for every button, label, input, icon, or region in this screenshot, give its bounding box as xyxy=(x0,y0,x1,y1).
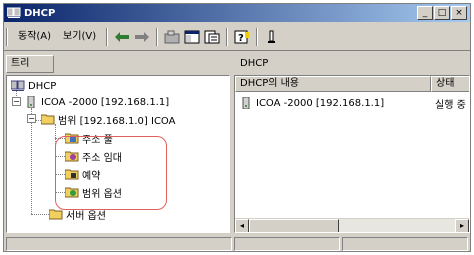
collapse-toggle-scope[interactable]: − xyxy=(27,114,36,123)
collapse-toggle-server[interactable]: − xyxy=(12,97,21,106)
svg-text:?: ? xyxy=(238,33,244,44)
scroll-left-arrow-icon[interactable]: ◂ xyxy=(235,219,249,232)
column-header-contents[interactable]: DHCP의 내용 xyxy=(235,76,431,92)
scroll-right-arrow-icon[interactable]: ▸ xyxy=(455,219,469,232)
server-options-icon xyxy=(49,208,63,220)
tree-label: DHCP xyxy=(28,80,57,92)
back-arrow-icon[interactable] xyxy=(112,27,132,47)
help-icon[interactable]: ? xyxy=(232,27,252,47)
tree-label: ICOA -2000 [192.168.1.1] xyxy=(41,96,170,108)
toolbar-separator xyxy=(106,27,109,46)
list-item-status: 실행 중 xyxy=(435,99,466,111)
menu-view[interactable]: 보기(V) xyxy=(57,28,102,46)
mmc-window: DHCP _ □ × 동작(A) 보기(V) ? 트리 DHCP − ICOA … xyxy=(3,3,471,252)
window-title: DHCP xyxy=(24,7,56,19)
server-icon xyxy=(24,96,38,108)
list-item-name: ICOA -2000 [192.168.1.1] xyxy=(256,97,385,109)
toolbar: 동작(A) 보기(V) ? xyxy=(4,23,470,51)
status-panel xyxy=(342,237,468,251)
status-panel xyxy=(6,237,232,251)
details-pane: DHCP의 내용 상태 ICOA -2000 [192.168.1.1] 실행 … xyxy=(234,75,470,233)
maximize-button[interactable]: □ xyxy=(434,6,450,20)
export-list-icon[interactable] xyxy=(202,27,222,47)
horizontal-scrollbar[interactable]: ◂ ▸ xyxy=(235,218,469,232)
list-item[interactable]: ICOA -2000 [192.168.1.1] xyxy=(239,96,384,110)
toolbar-separator xyxy=(156,27,159,46)
properties-icon[interactable] xyxy=(262,27,282,47)
up-level-icon[interactable] xyxy=(162,27,182,47)
forward-arrow-icon[interactable] xyxy=(132,27,152,47)
toolbar-grip xyxy=(6,27,8,46)
status-bar xyxy=(4,237,470,251)
tree-connector xyxy=(31,108,32,214)
tree-item-dhcp-root[interactable]: DHCP xyxy=(11,79,56,93)
tree-connector xyxy=(31,214,49,215)
status-panel xyxy=(234,237,340,251)
close-button[interactable]: × xyxy=(451,6,467,20)
tab-tree[interactable]: 트리 xyxy=(6,55,54,73)
tree-label: 범위 [192.168.1.0] ICOA xyxy=(58,115,176,127)
minimize-button[interactable]: _ xyxy=(417,6,433,20)
title-bar[interactable]: DHCP _ □ × xyxy=(4,4,470,22)
highlight-annotation xyxy=(55,136,167,210)
toolbar-separator xyxy=(226,27,229,46)
folder-open-icon xyxy=(41,113,55,125)
server-icon xyxy=(239,97,253,109)
toolbar-separator xyxy=(256,27,259,46)
menu-action[interactable]: 동작(A) xyxy=(12,28,57,46)
dhcp-icon xyxy=(11,80,25,92)
dhcp-app-icon xyxy=(7,7,21,19)
column-header-status[interactable]: 상태 xyxy=(431,76,469,92)
show-hide-tree-icon[interactable] xyxy=(182,27,202,47)
right-pane-title: DHCP xyxy=(240,58,269,69)
tree-item-server[interactable]: ICOA -2000 [192.168.1.1] xyxy=(24,95,169,109)
tree-item-scope[interactable]: 범위 [192.168.1.0] ICOA xyxy=(41,112,176,127)
scroll-thumb[interactable] xyxy=(249,219,339,232)
tree-pane: DHCP − ICOA -2000 [192.168.1.1] − 범위 [19… xyxy=(6,75,230,233)
